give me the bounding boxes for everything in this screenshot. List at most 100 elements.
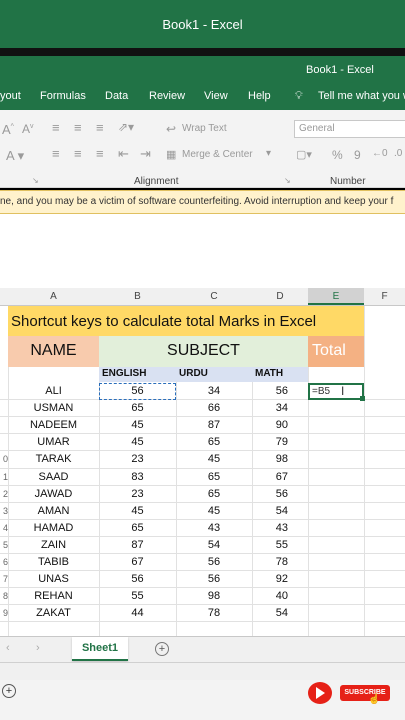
comma-style-button[interactable]: 9 <box>354 148 361 162</box>
english-cell[interactable]: 55 <box>99 590 176 602</box>
lightbulb-icon[interactable]: 💡︎ <box>295 90 303 103</box>
number-format-select[interactable]: General <box>294 120 405 138</box>
scroll-right-icon[interactable]: › <box>36 642 40 654</box>
row-number[interactable]: 3 <box>0 506 8 516</box>
column-header-b[interactable]: B <box>99 291 176 302</box>
english-cell[interactable]: 65 <box>99 522 176 534</box>
name-cell[interactable]: JAWAD <box>8 488 99 500</box>
tab-page-layout[interactable]: yout <box>0 90 21 102</box>
urdu-cell[interactable]: 66 <box>176 402 252 414</box>
subscribe-button[interactable]: SUBSCRIBE <box>340 685 390 701</box>
tab-data[interactable]: Data <box>105 90 128 102</box>
subheader-urdu[interactable]: URDU <box>179 368 208 379</box>
align-middle-icon[interactable]: ≡ <box>74 120 82 135</box>
row-number[interactable]: 8 <box>0 591 8 601</box>
name-cell[interactable]: ALI <box>8 385 99 397</box>
urdu-cell[interactable]: 65 <box>176 471 252 483</box>
column-header-f[interactable]: F <box>364 291 405 302</box>
english-cell[interactable]: 23 <box>99 453 176 465</box>
subheader-math[interactable]: MATH <box>255 368 283 379</box>
row-number[interactable]: 9 <box>0 608 8 618</box>
spreadsheet-grid[interactable]: Shortcut keys to calculate total Marks i… <box>0 306 405 636</box>
align-bottom-icon[interactable]: ≡ <box>96 120 104 135</box>
math-cell[interactable]: 43 <box>252 522 308 534</box>
alignment-dialog-launcher-icon[interactable]: ↘ <box>284 176 291 185</box>
name-cell[interactable]: ZAIN <box>8 539 99 551</box>
wrap-text-icon[interactable]: ↩ <box>166 122 176 136</box>
math-cell[interactable]: 40 <box>252 590 308 602</box>
row-number[interactable]: 5 <box>0 540 8 550</box>
tab-help[interactable]: Help <box>248 90 271 102</box>
name-cell[interactable]: HAMAD <box>8 522 99 534</box>
math-cell[interactable]: 56 <box>252 385 308 397</box>
urdu-cell[interactable]: 56 <box>176 556 252 568</box>
english-cell[interactable]: 67 <box>99 556 176 568</box>
math-cell[interactable]: 67 <box>252 471 308 483</box>
urdu-cell[interactable]: 78 <box>176 607 252 619</box>
urdu-cell[interactable]: 43 <box>176 522 252 534</box>
name-cell[interactable]: NADEEM <box>8 419 99 431</box>
column-header-a[interactable]: A <box>8 291 99 302</box>
row-number[interactable]: 7 <box>0 574 8 584</box>
tab-formulas[interactable]: Formulas <box>40 90 86 102</box>
english-cell[interactable]: 83 <box>99 471 176 483</box>
subject-header-cell[interactable]: SUBJECT <box>99 336 308 367</box>
urdu-cell[interactable]: 34 <box>176 385 252 397</box>
name-header-cell[interactable]: NAME <box>8 336 99 367</box>
urdu-cell[interactable]: 65 <box>176 488 252 500</box>
youtube-play-icon[interactable] <box>308 682 332 704</box>
english-cell[interactable]: 65 <box>99 402 176 414</box>
merge-icon[interactable]: ▦ <box>166 148 176 161</box>
merge-dropdown-icon[interactable]: ▾ <box>266 148 271 159</box>
name-cell[interactable]: TARAK <box>8 453 99 465</box>
percent-style-button[interactable]: % <box>332 148 343 162</box>
math-cell[interactable]: 90 <box>252 419 308 431</box>
column-header-c[interactable]: C <box>176 291 252 302</box>
align-right-icon[interactable]: ≡ <box>96 146 104 161</box>
math-cell[interactable]: 78 <box>252 556 308 568</box>
name-cell[interactable]: SAAD <box>8 471 99 483</box>
sheet-tab-sheet1[interactable]: Sheet1 <box>72 637 128 661</box>
align-center-icon[interactable]: ≡ <box>74 146 82 161</box>
orientation-icon[interactable]: ⇗▾ <box>118 120 134 134</box>
zoom-in-icon[interactable]: + <box>2 684 16 698</box>
name-cell[interactable]: TABIB <box>8 556 99 568</box>
name-cell[interactable]: UNAS <box>8 573 99 585</box>
column-header-d[interactable]: D <box>252 291 308 302</box>
row-number[interactable]: 6 <box>0 557 8 567</box>
name-cell[interactable]: USMAN <box>8 402 99 414</box>
align-top-icon[interactable]: ≡ <box>52 120 60 135</box>
font-dialog-launcher-icon[interactable]: ↘ <box>32 176 39 185</box>
math-cell[interactable]: 54 <box>252 607 308 619</box>
urdu-cell[interactable]: 45 <box>176 453 252 465</box>
column-header-e[interactable]: E <box>308 288 364 305</box>
decrease-font-icon[interactable]: Av <box>22 122 34 136</box>
english-cell[interactable]: 45 <box>99 505 176 517</box>
tab-view[interactable]: View <box>204 90 228 102</box>
name-cell[interactable]: REHAN <box>8 590 99 602</box>
row-number[interactable]: 4 <box>0 523 8 533</box>
name-cell[interactable]: AMAN <box>8 505 99 517</box>
urdu-cell[interactable]: 98 <box>176 590 252 602</box>
math-cell[interactable]: 54 <box>252 505 308 517</box>
accounting-format-icon[interactable]: ▢▾ <box>296 148 312 161</box>
math-cell[interactable]: 79 <box>252 436 308 448</box>
urdu-cell[interactable]: 87 <box>176 419 252 431</box>
wrap-text-button[interactable]: Wrap Text <box>182 123 227 134</box>
increase-decimal-icon[interactable]: ←0 <box>372 148 388 159</box>
font-color-icon[interactable]: A ▾ <box>6 148 24 164</box>
decrease-decimal-icon[interactable]: .0 <box>394 148 402 159</box>
math-cell[interactable]: 56 <box>252 488 308 500</box>
english-cell[interactable]: 45 <box>99 419 176 431</box>
row-number[interactable]: 2 <box>0 489 8 499</box>
row-number[interactable]: 0 <box>0 454 8 464</box>
tab-review[interactable]: Review <box>149 90 185 102</box>
decrease-indent-icon[interactable]: ⇤ <box>118 146 129 162</box>
name-cell[interactable]: ZAKAT <box>8 607 99 619</box>
increase-indent-icon[interactable]: ⇥ <box>140 146 151 162</box>
name-cell[interactable]: UMAR <box>8 436 99 448</box>
math-cell[interactable]: 34 <box>252 402 308 414</box>
english-cell[interactable]: 23 <box>99 488 176 500</box>
english-cell[interactable]: 45 <box>99 436 176 448</box>
urdu-cell[interactable]: 65 <box>176 436 252 448</box>
